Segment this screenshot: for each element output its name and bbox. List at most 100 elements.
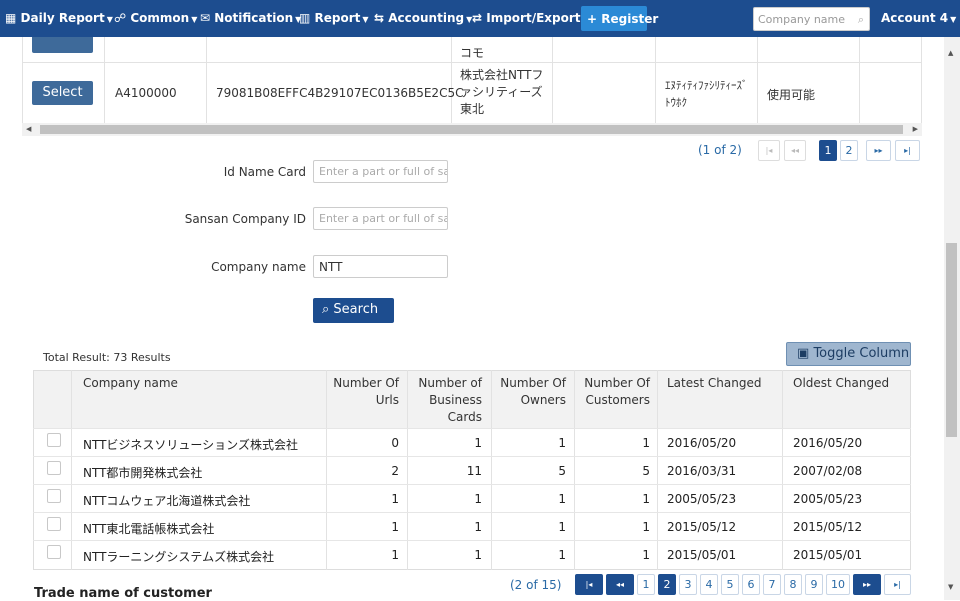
id-name-card-label: Id Name Card [223,165,306,179]
cards-cell: 1 [474,548,482,562]
col-number-of-owners[interactable]: Number Of Owners [498,375,566,409]
customers-cell: 1 [642,492,650,506]
exchange-icon: ⇆ [374,11,385,25]
first-page-button[interactable]: |◂ [575,574,603,595]
column-divider [552,37,553,123]
total-results: Total Result: 73 Results [43,351,171,364]
prev-page-button[interactable]: ◂◂ [606,574,634,595]
owners-cell: 1 [558,436,566,450]
oldest-changed-cell: 2007/02/08 [793,464,863,478]
col-number-of-urls[interactable]: Number Of Urls [331,375,399,409]
vertical-scrollbar[interactable]: ▲ ▼ [944,37,960,600]
latest-changed-cell: 2016/03/31 [667,464,737,478]
horizontal-scrollbar[interactable]: ◀ ▶ [22,123,922,136]
last-page-button[interactable]: ▸| [895,140,920,161]
nav-report[interactable]: ▥ Report ▼ [299,11,369,25]
last-page-button[interactable]: ▸| [884,574,911,595]
company-name-label: Company name [211,260,306,274]
first-page-button[interactable]: |◂ [758,140,780,161]
latest-changed-cell: 2015/05/01 [667,548,737,562]
page-button-10[interactable]: 10 [826,574,850,595]
column-divider [757,37,758,123]
oldest-changed-cell: 2005/05/23 [793,492,863,506]
table-row[interactable]: NTTラーニングシステムズ株式会社 1 1 1 1 2015/05/01 2015/05/0… [33,540,911,568]
company-kana-cell: ｴﾇﾃｨﾃｨﾌｧｼﾘﾃｨｰｽﾞﾄｳﾎｸ [665,79,748,109]
search-button[interactable]: ⌕ Search [313,298,394,323]
row-checkbox[interactable] [47,545,61,559]
plus-icon: + [587,12,598,26]
sansan-id-input[interactable]: Enter a part or full of sample [313,207,448,230]
column-divider [655,37,656,123]
nav-notification[interactable]: ✉ Notification ▼ [200,11,301,25]
id-hash: 79081B08EFFC4B29107EC0136B5E2C5C [216,86,464,100]
register-button[interactable]: + Register [581,6,658,31]
next-page-button[interactable]: ▸▸ [866,140,891,161]
row-checkbox[interactable] [47,489,61,503]
scroll-left-icon: ◀ [26,125,32,133]
nav-accounting[interactable]: ⇆ Accounting ▼ [374,11,472,25]
cards-cell: 1 [474,436,482,450]
select-button[interactable]: Select [32,81,93,105]
oldest-changed-cell: 2015/05/12 [793,520,863,534]
partial-cell-text: コモ [460,46,485,60]
prev-page-button[interactable]: ◂◂ [784,140,806,161]
row-checkbox[interactable] [47,433,61,447]
scroll-right-icon: ▶ [912,125,918,133]
col-number-of-business-cards[interactable]: Number of Business Cards [414,375,482,426]
row-checkbox[interactable] [47,517,61,531]
col-company-name[interactable]: Company name [83,375,178,392]
urls-cell: 1 [391,548,399,562]
arrows-icon: ⇄ [472,11,483,25]
company-name-cell: NTTコムウェア北海道株式会社 [83,494,251,508]
cards-cell: 1 [474,520,482,534]
customers-cell: 1 [642,436,650,450]
col-oldest-changed[interactable]: Oldest Changed [793,375,889,392]
top-navbar: ▦ Daily Report ▼ ☍ Common ▼ ✉ Notification… [0,0,960,37]
page-info: (2 of 15) [510,578,562,592]
page-button-2[interactable]: 2 [840,140,858,161]
owners-cell: 1 [558,520,566,534]
company-name-cell: NTT東北電話帳株式会社 [83,522,215,536]
page-info: (1 of 2) [698,143,742,157]
page-button-2[interactable]: 2 [658,574,676,595]
page-button-1[interactable]: 1 [819,140,837,161]
company-name-cell: NTT都市開発株式会社 [83,466,203,480]
scrollbar-thumb[interactable] [40,125,903,134]
page-button-1[interactable]: 1 [637,574,655,595]
caret-down-icon: ▼ [950,15,957,24]
latest-changed-cell: 2016/05/20 [667,436,737,450]
search-icon: ⌕ [322,302,330,317]
table-row[interactable]: NTT東北電話帳株式会社 1 1 1 1 2015/05/12 2015/05/12 [33,512,911,540]
sansan-id-label: Sansan Company ID [184,212,306,226]
toggle-column-button[interactable]: ▣ Toggle Column [786,342,911,366]
cards-cell: 11 [466,464,482,478]
column-divider [206,37,207,123]
col-number-of-customers[interactable]: Number Of Customers [580,375,650,409]
page-button-9[interactable]: 9 [805,574,823,595]
table-row[interactable]: NTT都市開発株式会社 2 11 5 5 2016/03/31 2007/02/08 [33,456,911,484]
scrollbar-thumb[interactable] [946,243,957,437]
row-checkbox[interactable] [47,461,61,475]
next-page-button[interactable]: ▸▸ [853,574,881,595]
col-latest-changed[interactable]: Latest Changed [667,375,761,392]
nav-daily-report[interactable]: ▦ Daily Report ▼ [5,11,113,25]
company-name-input[interactable]: NTT [313,255,448,278]
page-button-8[interactable]: 8 [784,574,802,595]
scroll-up-icon: ▲ [948,49,954,57]
nav-common[interactable]: ☍ Common ▼ [114,11,197,25]
table-row[interactable]: NTTコムウェア北海道株式会社 1 1 1 1 2005/05/23 2005/05/23 [33,484,911,512]
page-button-6[interactable]: 6 [742,574,760,595]
page-button-7[interactable]: 7 [763,574,781,595]
page-button-5[interactable]: 5 [721,574,739,595]
search-icon: ⌕ [857,13,864,26]
customers-cell: 1 [642,520,650,534]
id-name-card-input[interactable]: Enter a part or full of sample [313,160,448,183]
nav-import-export[interactable]: ⇄ Import/Export▼ [472,11,589,25]
page-button-4[interactable]: 4 [700,574,718,595]
column-divider [104,37,105,123]
company-search-input[interactable]: Company name ⌕ [753,7,870,31]
account-menu[interactable]: Account 4 ▼ [881,11,956,25]
select-button-partial[interactable] [32,37,93,53]
page-button-3[interactable]: 3 [679,574,697,595]
table-row[interactable]: NTTビジネスソリューションズ株式会社 0 1 1 1 2016/05/20 2016/05… [33,428,911,456]
